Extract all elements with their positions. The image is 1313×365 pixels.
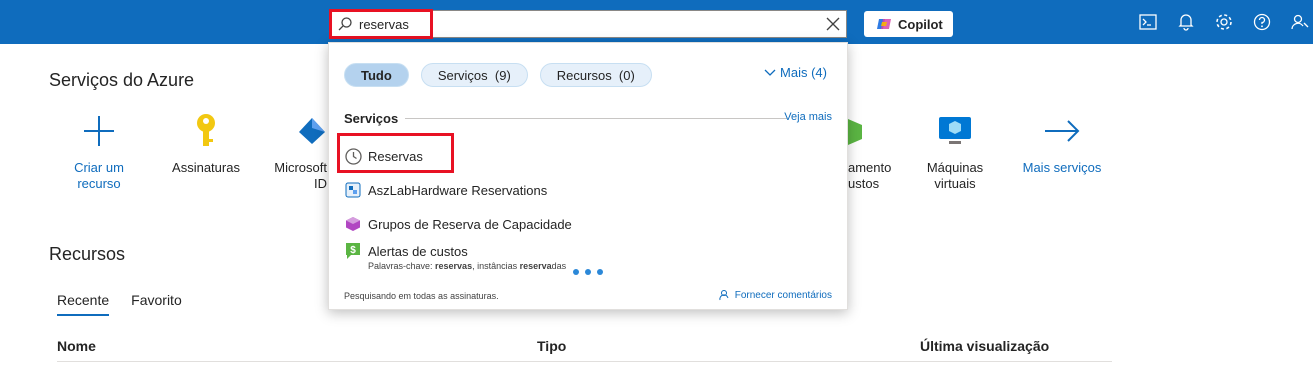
search-scope-text: Pesquisando em todas as assinaturas. [344, 291, 499, 301]
subscriptions-label: Assinaturas [172, 160, 240, 175]
key-icon [197, 114, 215, 146]
svg-text:$: $ [350, 245, 356, 256]
more-filters-button[interactable]: Mais (4) [764, 65, 827, 80]
table-divider [57, 361, 1112, 362]
feedback-icon[interactable] [1290, 12, 1310, 32]
column-type[interactable]: Tipo [537, 338, 566, 354]
help-icon[interactable] [1252, 12, 1272, 32]
column-last-viewed[interactable]: Última visualização [920, 338, 1049, 354]
result-capacity-groups[interactable]: Grupos de Reserva de Capacidade [344, 215, 572, 233]
arrow-right-icon [1045, 120, 1080, 142]
vm-icon [939, 117, 971, 144]
loading-dots [573, 269, 603, 275]
create-resource-tile[interactable]: Criar um recurso [49, 112, 149, 192]
gear-icon[interactable] [1214, 12, 1234, 32]
column-name[interactable]: Nome [57, 338, 96, 354]
more-services-tile[interactable]: Mais serviços [1012, 112, 1112, 176]
cost-management-tile[interactable]: amento ustos [848, 112, 898, 192]
feedback-person-icon [719, 290, 729, 301]
cube-icon [346, 217, 360, 231]
close-icon[interactable] [824, 15, 842, 33]
virtual-machines-label: Máquinas virtuais [926, 160, 984, 191]
plus-icon [84, 116, 114, 146]
result-cost-alerts[interactable]: $ Alertas de custos [344, 242, 468, 260]
cloud-shell-icon[interactable] [1138, 12, 1158, 32]
create-resource-label: Criar um recurso [74, 160, 124, 191]
entra-id-tile[interactable]: Microsoft ID [255, 112, 327, 192]
result-highlight [337, 133, 454, 173]
search-results-dropdown: Tudo Serviços (9) Recursos (0) Mais (4) … [328, 42, 848, 310]
tab-favorite[interactable]: Favorito [131, 292, 182, 316]
cost-icon [848, 119, 862, 145]
feedback-link[interactable]: Fornecer comentários [719, 289, 832, 301]
entra-id-label: Microsoft ID [274, 160, 327, 191]
filter-resources[interactable]: Recursos (0) [539, 63, 652, 87]
copilot-icon [877, 19, 891, 29]
see-more-link[interactable]: Veja mais [784, 111, 832, 123]
search-highlight [329, 9, 433, 39]
virtual-machines-tile[interactable]: Máquinas virtuais [905, 112, 1005, 192]
copilot-button[interactable]: Copilot [864, 11, 953, 37]
filter-services[interactable]: Serviços (9) [420, 63, 528, 87]
result-aszlab[interactable]: AszLabHardware Reservations [344, 181, 547, 199]
chevron-down-icon [764, 69, 776, 76]
services-title: Serviços do Azure [49, 70, 195, 90]
copilot-label: Copilot [898, 16, 943, 32]
bell-icon[interactable] [1176, 12, 1196, 32]
keywords-text: Palavras-chave: reservas, instâncias res… [368, 261, 567, 271]
top-bar: reservas Copilot [0, 0, 1313, 44]
entra-icon [299, 118, 325, 144]
cost-alert-icon: $ [346, 243, 360, 259]
services-heading: Serviços [344, 111, 399, 126]
tab-recent[interactable]: Recente [57, 292, 110, 316]
resources-title: Recursos [49, 244, 126, 264]
lab-hardware-icon [345, 182, 361, 198]
subscriptions-tile[interactable]: Assinaturas [156, 112, 256, 176]
filter-all[interactable]: Tudo [344, 63, 409, 87]
more-services-label: Mais serviços [1022, 160, 1102, 175]
cost-management-label: amento ustos [848, 160, 892, 191]
resources-tabs: Recente Favorito [57, 292, 182, 316]
heading-divider [405, 118, 787, 119]
